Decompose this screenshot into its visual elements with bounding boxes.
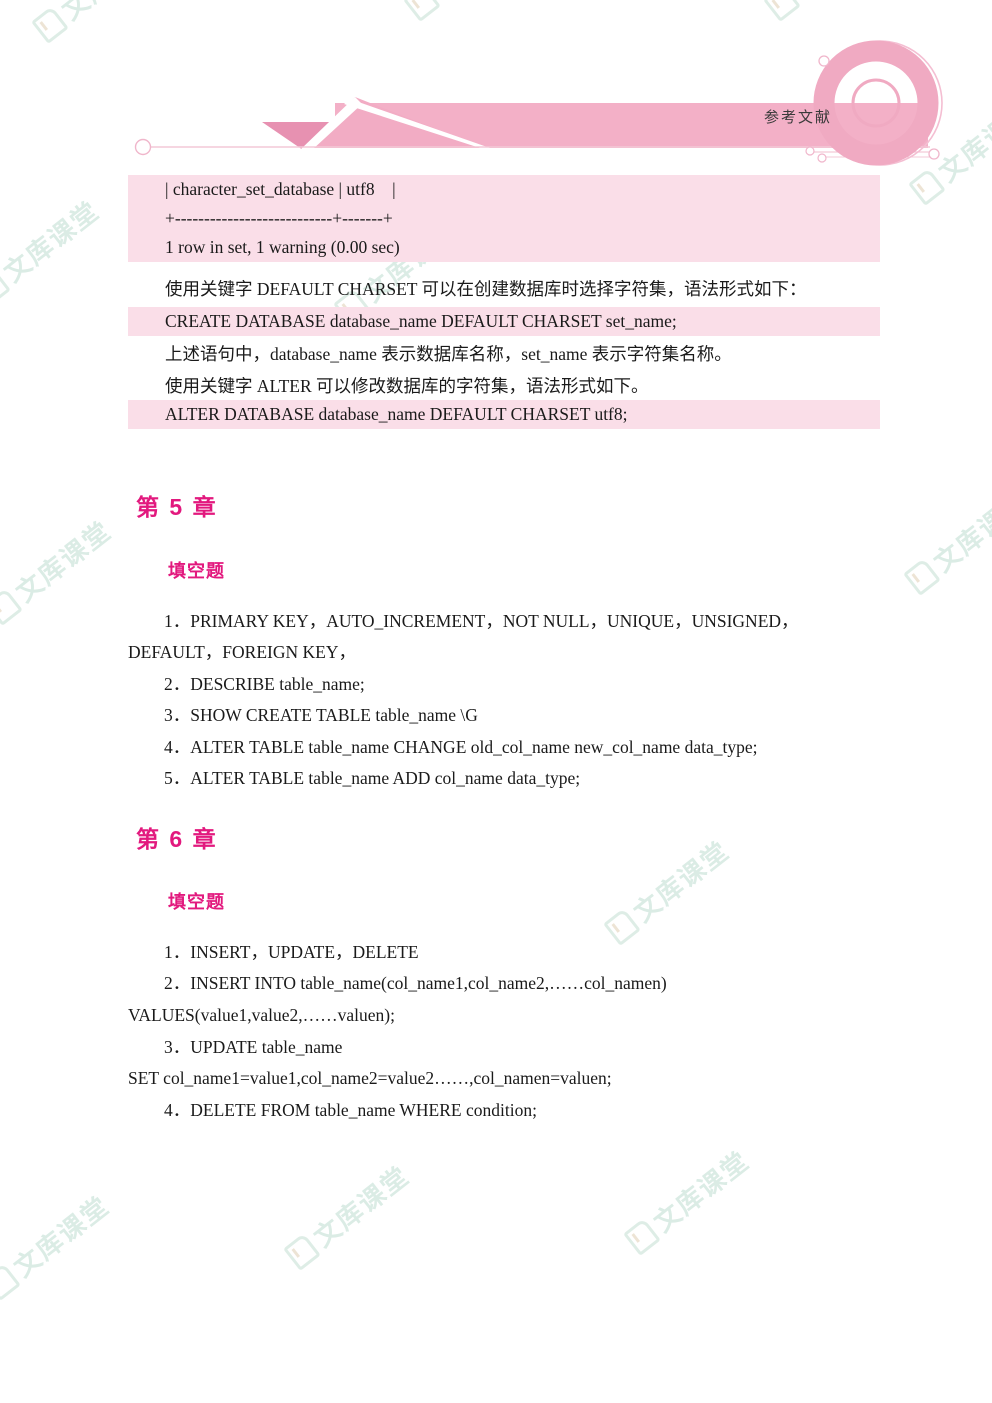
- paragraph-charset-create: 使用关键字 DEFAULT CHARSET 可以在创建数据库时选择字符集，语法形…: [165, 279, 807, 299]
- watermark: 文库课堂: [0, 511, 118, 629]
- watermark: 文库课堂: [280, 1156, 416, 1274]
- code-line: ALTER DATABASE database_name DEFAULT CHA…: [165, 404, 628, 424]
- watermark: 文库课堂: [0, 1186, 116, 1304]
- watermark-text: 文库课堂: [628, 835, 736, 928]
- paragraph-explanation: 上述语句中，database_name 表示数据库名称，set_name 表示字…: [165, 344, 732, 364]
- header-title: 参考文献: [763, 110, 832, 126]
- watermark-text: 文库课堂: [308, 1160, 416, 1253]
- code-line: +---------------------------+-------+: [165, 208, 393, 228]
- chapter-5-subheading: 填空题: [168, 561, 225, 581]
- list-item: 3．SHOW CREATE TABLE table_name \G: [164, 705, 478, 725]
- document-page: 文库课堂 文库课堂 文库课堂 文库课堂 文库课堂 文库课堂 文库课堂 文库课堂: [0, 0, 992, 1403]
- code-block-top: | character_set_database | utf8 | +-----…: [128, 175, 880, 262]
- list-item-continuation: DEFAULT，FOREIGN KEY，: [128, 642, 356, 662]
- watermark-text: 文库课堂: [648, 1145, 756, 1238]
- chapter-6-subheading: 填空题: [168, 892, 225, 912]
- list-item: 2．INSERT INTO table_name(col_name1,col_n…: [164, 973, 667, 993]
- list-item-continuation: SET col_name1=value1,col_name2=value2……,…: [128, 1068, 612, 1088]
- code-line: 1 row in set, 1 warning (0.00 sec): [165, 237, 400, 257]
- list-item: 5．ALTER TABLE table_name ADD col_name da…: [164, 768, 581, 788]
- list-item: 3．UPDATE table_name: [164, 1037, 343, 1057]
- list-item: 1．PRIMARY KEY，AUTO_INCREMENT，NOT NULL，UN…: [164, 611, 799, 631]
- page-header: 参考文献: [0, 0, 992, 175]
- list-item: 1．INSERT，UPDATE，DELETE: [164, 942, 419, 962]
- book-icon: [282, 1232, 321, 1271]
- header-decoration-graphic: [134, 40, 943, 166]
- chapter-5-heading: 第 5 章: [136, 494, 218, 520]
- code-line: | character_set_database | utf8 |: [165, 179, 396, 199]
- book-icon: [0, 587, 23, 626]
- book-icon: [0, 1262, 21, 1301]
- list-item: 2．DESCRIBE table_name;: [164, 674, 365, 694]
- chapter-6-heading: 第 6 章: [136, 826, 218, 852]
- watermark: 文库课堂: [600, 831, 736, 949]
- watermark-text: 文库课堂: [8, 1190, 116, 1283]
- watermark: 文库课堂: [900, 481, 992, 599]
- code-line: CREATE DATABASE database_name DEFAULT CH…: [165, 311, 677, 331]
- watermark-text: 文库课堂: [928, 485, 992, 578]
- book-icon: [0, 267, 11, 306]
- watermark-text: 文库课堂: [10, 515, 118, 608]
- list-item: 4．DELETE FROM table_name WHERE condition…: [164, 1100, 537, 1120]
- paragraph-alter-intro: 使用关键字 ALTER 可以修改数据库的字符集，语法形式如下。: [165, 376, 649, 396]
- list-item: 4．ALTER TABLE table_name CHANGE old_col_…: [164, 737, 758, 757]
- watermark-text: 文库课堂: [0, 195, 106, 288]
- list-item-continuation: VALUES(value1,value2,……valuen);: [128, 1005, 395, 1025]
- watermark: 文库课堂: [0, 191, 106, 309]
- code-block-create-database: CREATE DATABASE database_name DEFAULT CH…: [128, 307, 880, 336]
- code-block-alter-database: ALTER DATABASE database_name DEFAULT CHA…: [128, 400, 880, 429]
- book-icon: [622, 1217, 661, 1256]
- watermark: 文库课堂: [620, 1141, 756, 1259]
- book-icon: [902, 557, 941, 596]
